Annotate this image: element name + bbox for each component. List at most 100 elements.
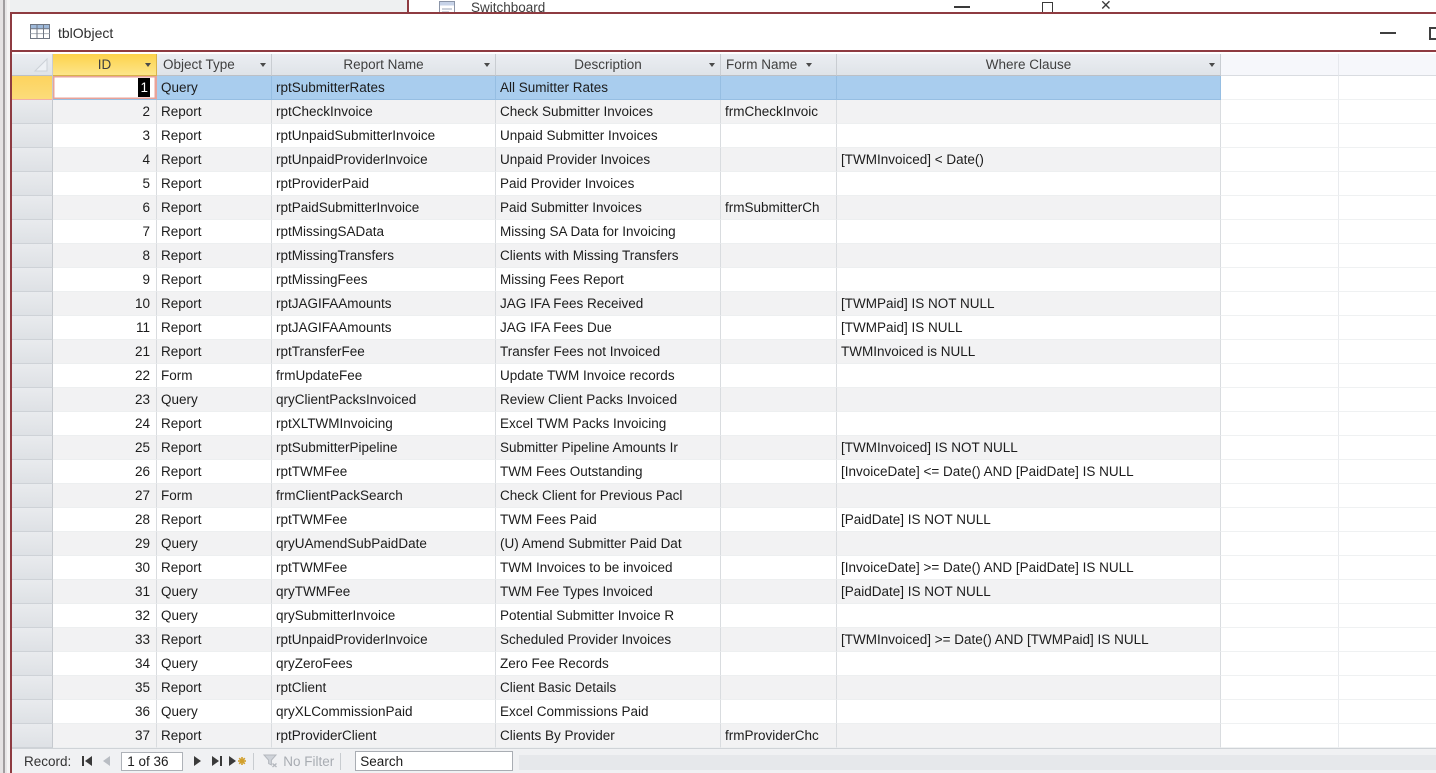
cell-id[interactable]: 4 — [53, 148, 157, 172]
cell-id[interactable]: 25 — [53, 436, 157, 460]
cell-report_name[interactable]: frmUpdateFee — [272, 364, 496, 388]
cell-where_clause[interactable]: [TWMPaid] IS NOT NULL — [837, 292, 1221, 316]
cell-report_name[interactable]: rptUnpaidProviderInvoice — [272, 148, 496, 172]
cell-where_clause[interactable] — [837, 412, 1221, 436]
cell-where_clause[interactable]: [TWMPaid] IS NULL — [837, 316, 1221, 340]
cell-where_clause[interactable] — [837, 268, 1221, 292]
cell-id[interactable]: 26 — [53, 460, 157, 484]
cell-object_type[interactable]: Report — [157, 124, 272, 148]
row-selector[interactable] — [12, 628, 53, 652]
cell-description[interactable]: Submitter Pipeline Amounts Ir — [496, 436, 721, 460]
cell-id[interactable]: 5 — [53, 172, 157, 196]
row-selector[interactable] — [12, 364, 53, 388]
minimize-icon[interactable] — [1380, 32, 1396, 34]
cell-id[interactable]: 22 — [53, 364, 157, 388]
cell-description[interactable]: TWM Fee Types Invoiced — [496, 580, 721, 604]
cell-object_type[interactable]: Query — [157, 604, 272, 628]
cell-where_clause[interactable]: [TWMInvoiced] >= Date() AND [TWMPaid] IS… — [837, 628, 1221, 652]
cell-form_name[interactable] — [721, 292, 837, 316]
search-input[interactable] — [355, 751, 514, 771]
cell-description[interactable]: JAG IFA Fees Due — [496, 316, 721, 340]
row-selector[interactable] — [12, 676, 53, 700]
cell-object_type[interactable]: Query — [157, 652, 272, 676]
cell-description[interactable]: Paid Provider Invoices — [496, 172, 721, 196]
cell-id[interactable]: 3 — [53, 124, 157, 148]
row-selector[interactable] — [12, 340, 53, 364]
cell-description[interactable]: Missing SA Data for Invoicing — [496, 220, 721, 244]
cell-id[interactable]: 11 — [53, 316, 157, 340]
cell-description[interactable]: Potential Submitter Invoice R — [496, 604, 721, 628]
cell-object_type[interactable]: Report — [157, 100, 272, 124]
column-header-object_type[interactable]: Object Type — [157, 54, 272, 76]
cell-description[interactable]: All Sumitter Rates — [496, 76, 721, 100]
cell-id[interactable]: 33 — [53, 628, 157, 652]
row-selector[interactable] — [12, 700, 53, 724]
cell-where_clause[interactable] — [837, 364, 1221, 388]
cell-report_name[interactable]: rptSubmitterRates — [272, 76, 496, 100]
cell-id[interactable]: 27 — [53, 484, 157, 508]
cell-description[interactable]: Missing Fees Report — [496, 268, 721, 292]
filter-dropdown-icon[interactable] — [1209, 63, 1215, 67]
cell-form_name[interactable] — [721, 628, 837, 652]
cell-form_name[interactable] — [721, 556, 837, 580]
cell-description[interactable]: Unpaid Submitter Invoices — [496, 124, 721, 148]
cell-where_clause[interactable]: TWMInvoiced is NULL — [837, 340, 1221, 364]
cell-where_clause[interactable] — [837, 244, 1221, 268]
row-selector[interactable] — [12, 172, 53, 196]
cell-form_name[interactable] — [721, 436, 837, 460]
maximize-icon[interactable] — [1042, 2, 1053, 12]
cell-description[interactable]: Client Basic Details — [496, 676, 721, 700]
row-selector[interactable] — [12, 604, 53, 628]
cell-id[interactable]: 2 — [53, 100, 157, 124]
column-header-form_name[interactable]: Form Name — [721, 54, 837, 76]
filter-dropdown-icon[interactable] — [260, 63, 266, 67]
cell-where_clause[interactable] — [837, 724, 1221, 748]
cell-object_type[interactable]: Report — [157, 196, 272, 220]
row-selector[interactable] — [12, 76, 53, 100]
close-icon[interactable]: ✕ — [1100, 0, 1112, 12]
cell-form_name[interactable] — [721, 604, 837, 628]
row-selector[interactable] — [12, 148, 53, 172]
cell-form_name[interactable] — [721, 316, 837, 340]
select-all-corner[interactable] — [12, 54, 53, 76]
cell-where_clause[interactable] — [837, 676, 1221, 700]
new-record-button[interactable] — [227, 751, 247, 771]
cell-object_type[interactable]: Report — [157, 316, 272, 340]
last-record-button[interactable] — [207, 751, 227, 771]
cell-object_type[interactable]: Report — [157, 148, 272, 172]
column-header-report_name[interactable]: Report Name — [272, 54, 496, 76]
row-selector[interactable] — [12, 316, 53, 340]
cell-id[interactable]: 37 — [53, 724, 157, 748]
cell-report_name[interactable]: frmClientPackSearch — [272, 484, 496, 508]
cell-form_name[interactable] — [721, 388, 837, 412]
cell-description[interactable]: Unpaid Provider Invoices — [496, 148, 721, 172]
cell-report_name[interactable]: rptMissingTransfers — [272, 244, 496, 268]
row-selector[interactable] — [12, 388, 53, 412]
cell-object_type[interactable]: Report — [157, 436, 272, 460]
cell-id[interactable]: 32 — [53, 604, 157, 628]
cell-form_name[interactable]: frmCheckInvoic — [721, 100, 837, 124]
cell-id[interactable]: 9 — [53, 268, 157, 292]
background-window-switchboard[interactable]: Switchboard ✕ — [407, 0, 1436, 12]
first-record-button[interactable] — [77, 751, 97, 771]
cell-description[interactable]: (U) Amend Submitter Paid Dat — [496, 532, 721, 556]
cell-where_clause[interactable] — [837, 124, 1221, 148]
cell-report_name[interactable]: rptMissingSAData — [272, 220, 496, 244]
cell-id[interactable]: 28 — [53, 508, 157, 532]
row-selector[interactable] — [12, 652, 53, 676]
row-selector[interactable] — [12, 532, 53, 556]
cell-form_name[interactable] — [721, 268, 837, 292]
cell-where_clause[interactable] — [837, 604, 1221, 628]
cell-where_clause[interactable] — [837, 484, 1221, 508]
cell-report_name[interactable]: qryClientPacksInvoiced — [272, 388, 496, 412]
cell-description[interactable]: TWM Invoices to be invoiced — [496, 556, 721, 580]
cell-report_name[interactable]: qrySubmitterInvoice — [272, 604, 496, 628]
cell-description[interactable]: Excel TWM Packs Invoicing — [496, 412, 721, 436]
cell-report_name[interactable]: rptPaidSubmitterInvoice — [272, 196, 496, 220]
record-position-box[interactable]: 1 of 36 — [121, 751, 184, 771]
cell-form_name[interactable] — [721, 700, 837, 724]
cell-description[interactable]: Review Client Packs Invoiced — [496, 388, 721, 412]
cell-object_type[interactable]: Query — [157, 388, 272, 412]
cell-object_type[interactable]: Report — [157, 292, 272, 316]
cell-object_type[interactable]: Report — [157, 268, 272, 292]
